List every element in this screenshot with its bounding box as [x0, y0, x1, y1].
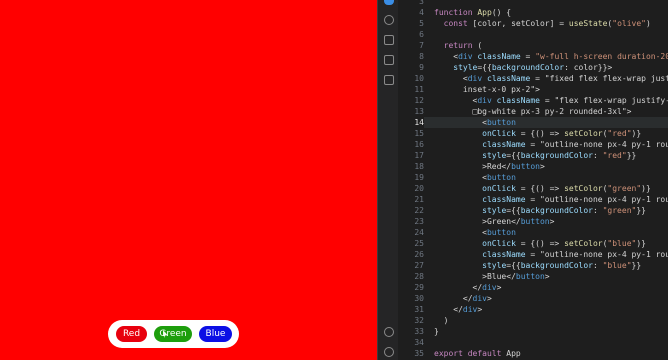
code-line: style={{backgroundColor: "red"}}: [482, 151, 637, 160]
code-line: style={{backgroundColor: color}}>: [453, 63, 613, 72]
chat-icon[interactable]: [384, 75, 394, 85]
line-number: 11: [414, 85, 424, 94]
code-line: style={{backgroundColor: "blue"}}: [482, 261, 642, 270]
line-number: 10: [414, 74, 424, 83]
line-number: 33: [414, 327, 424, 336]
code-line: onClick = {() => setColor("red")}: [482, 129, 642, 138]
line-number: 22: [414, 206, 424, 215]
code-line: ): [434, 316, 449, 325]
line-number: 9: [419, 63, 424, 72]
code-line: <button: [434, 118, 516, 127]
code-line: const [color, setColor] = useState("oliv…: [443, 19, 651, 28]
code-line: inset-x-0 px-2">: [434, 85, 540, 94]
line-number: 4: [419, 8, 424, 17]
notification-badge: [384, 0, 394, 5]
preview-pane: [0, 0, 377, 360]
red-button[interactable]: Red: [116, 326, 147, 342]
code-line: >Green</button>: [434, 217, 555, 226]
code-line: onClick = {() => setColor("green")}: [482, 184, 651, 193]
code-line: }: [434, 327, 439, 336]
code-line: >Blue</button>: [434, 272, 550, 281]
code-line: export default App: [434, 349, 521, 358]
line-number: 7: [419, 41, 424, 50]
code-line: </div>: [434, 305, 483, 314]
line-number: 35: [414, 349, 424, 358]
line-number: 8: [419, 52, 424, 61]
line-number: 32: [414, 316, 424, 325]
line-number: 27: [414, 261, 424, 270]
line-number: 20: [414, 184, 424, 193]
code-line: </div>: [434, 283, 502, 292]
green-button[interactable]: Green: [154, 326, 192, 342]
line-number: 23: [414, 217, 424, 226]
line-number: 17: [414, 151, 424, 160]
line-number-gutter: 3 4 5 6 7 8 9 10 11 12 13 14 15 16 17 18 19 20 21 22 23 24 25 2…: [398, 0, 424, 360]
code-line: className = "outline-none px-4 py-1 roun…: [482, 140, 668, 149]
line-number: 30: [414, 294, 424, 303]
code-line: □bg-white px-3 py-2 rounded-3xl">: [434, 107, 632, 116]
activity-bar: [377, 0, 398, 360]
code-line: style={{backgroundColor: "green"}}: [482, 206, 646, 215]
line-number: 24: [414, 228, 424, 237]
code-line: <button: [434, 173, 516, 182]
line-number: 28: [414, 272, 424, 281]
account-icon[interactable]: [384, 327, 394, 337]
code-line: function App() {: [434, 8, 512, 17]
line-number: 14: [414, 118, 424, 127]
code-line: className = "outline-none px-4 py-1 roun…: [482, 250, 668, 259]
code-line: <div className = "flex flex-wrap justify…: [434, 96, 668, 105]
extensions-icon[interactable]: [384, 35, 394, 45]
code-line: return (: [443, 41, 483, 50]
line-number: 3: [419, 0, 424, 6]
line-number: 5: [419, 19, 424, 28]
code-line: onClick = {() => setColor("blue")}: [482, 239, 646, 248]
line-number: 34: [414, 338, 424, 347]
line-number: 31: [414, 305, 424, 314]
code-line: <div className = "w-full h-screen durati…: [434, 52, 668, 61]
line-number: 16: [414, 140, 424, 149]
line-number: 19: [414, 173, 424, 182]
line-number: 6: [419, 30, 424, 39]
code-line: >Red</button>: [434, 162, 545, 171]
code-line: className = "outline-none px-4 py-1 roun…: [482, 195, 668, 204]
line-number: 18: [414, 162, 424, 171]
code-line: </div>: [434, 294, 492, 303]
line-number: 12: [414, 96, 424, 105]
settings-gear-icon[interactable]: [384, 347, 394, 357]
blue-button[interactable]: Blue: [199, 326, 232, 342]
line-number: 21: [414, 195, 424, 204]
code-area[interactable]: function App() { const [color, setColor]…: [434, 0, 668, 360]
code-line: <div className = "fixed flex flex-wrap j…: [434, 74, 668, 83]
run-debug-icon[interactable]: [384, 15, 394, 25]
line-number: 26: [414, 250, 424, 259]
line-number: 13: [414, 107, 424, 116]
line-number: 15: [414, 129, 424, 138]
line-number: 25: [414, 239, 424, 248]
code-editor[interactable]: 3 4 5 6 7 8 9 10 11 12 13 14 15 16 17 18 19 20 21 22 23 24 25 2…: [398, 0, 668, 360]
line-number: 29: [414, 283, 424, 292]
remote-explorer-icon[interactable]: [384, 55, 394, 65]
code-line: <button: [434, 228, 516, 237]
